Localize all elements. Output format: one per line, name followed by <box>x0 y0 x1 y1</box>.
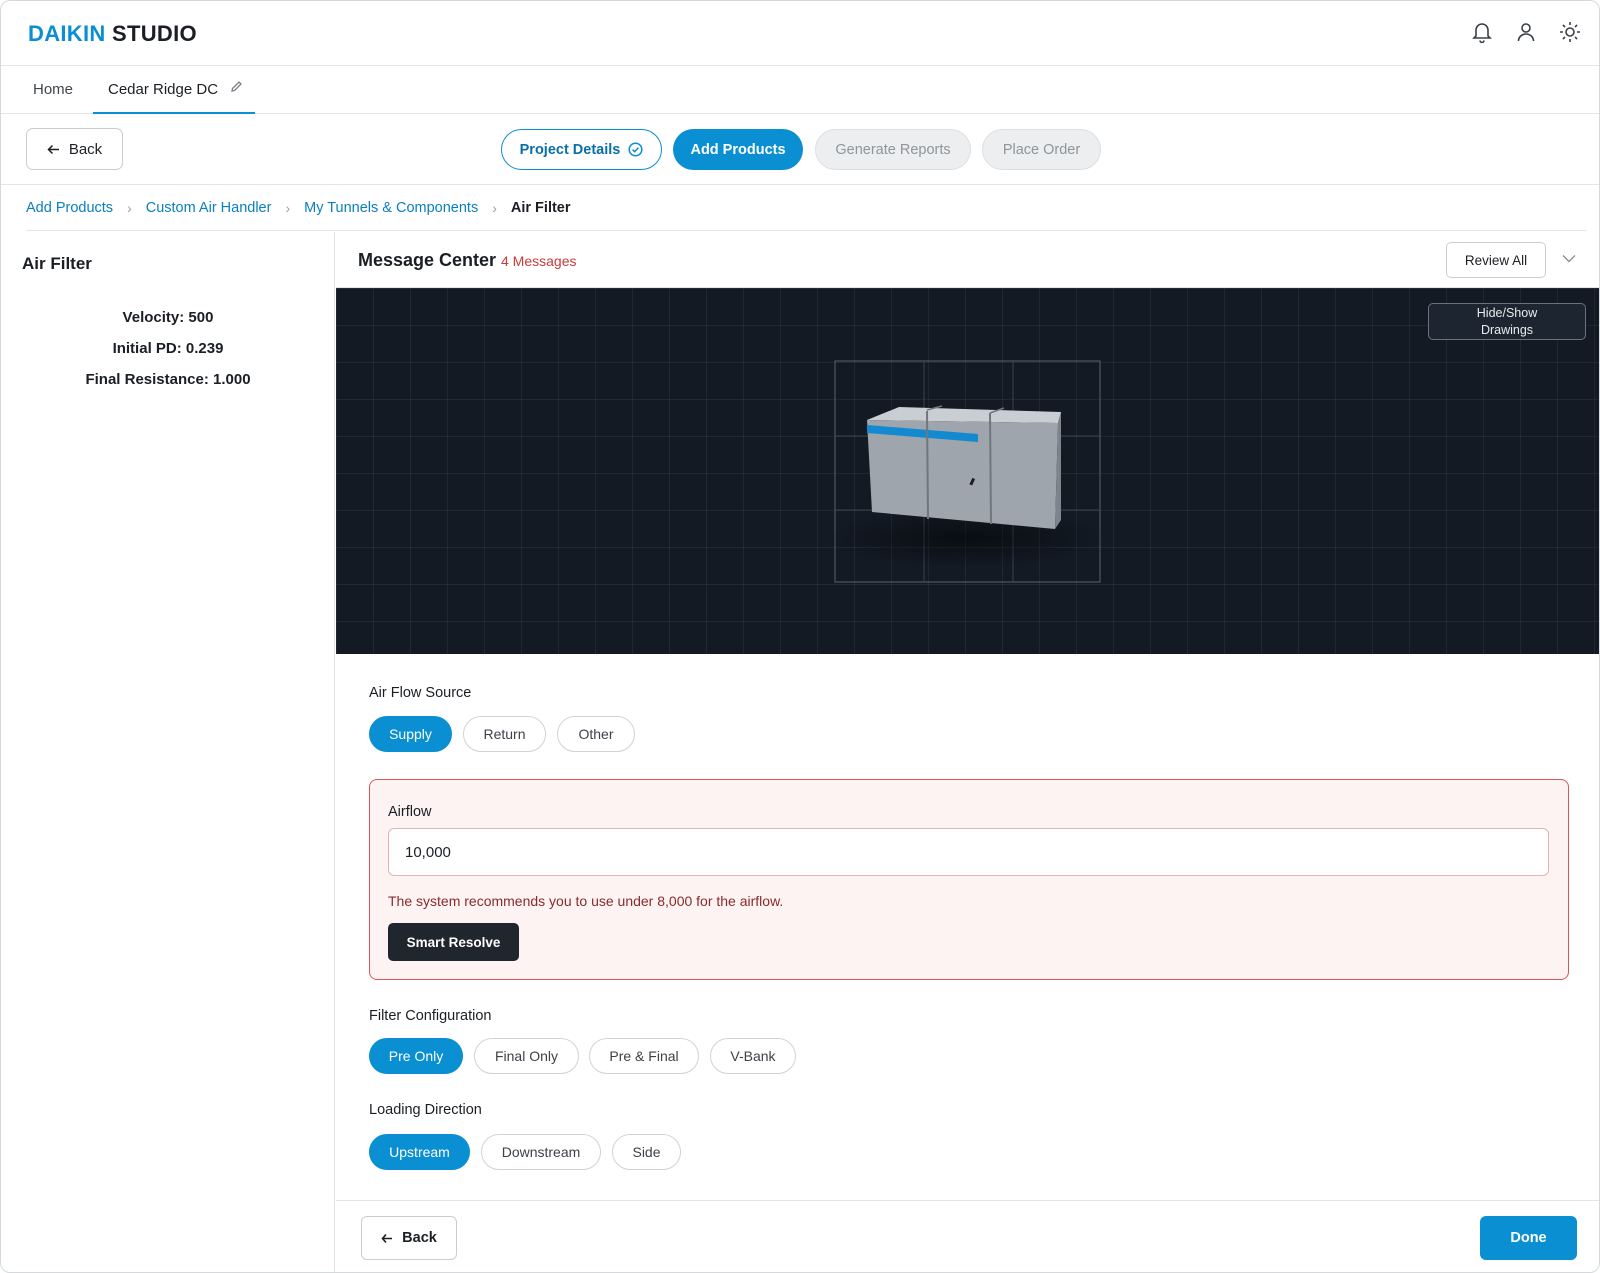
option-supply[interactable]: Supply <box>369 716 452 752</box>
step-generate-reports: Generate Reports <box>815 129 971 170</box>
option-other[interactable]: Other <box>557 716 635 752</box>
footer-bar: Back Done <box>336 1200 1599 1272</box>
app-window: DAIKIN STUDIO Home Cedar Ridge DC Back P… <box>0 0 1600 1273</box>
option-upstream[interactable]: Upstream <box>369 1134 470 1170</box>
step-add-products[interactable]: Add Products <box>673 129 803 170</box>
review-all-button[interactable]: Review All <box>1446 242 1546 278</box>
breadcrumb-air-filter: Air Filter <box>510 199 571 216</box>
back-button-top[interactable]: Back <box>26 128 123 170</box>
breadcrumb-my-tunnels[interactable]: My Tunnels & Components <box>304 200 478 216</box>
arrow-left-icon <box>47 144 59 154</box>
step-label: Project Details <box>519 141 621 158</box>
hide-show-drawings-button[interactable]: Hide/Show Drawings <box>1428 303 1586 340</box>
top-bar: DAIKIN STUDIO <box>1 1 1599 66</box>
bell-icon[interactable] <box>1471 21 1493 43</box>
configuration-form: Air Flow Source Supply Return Other Airf… <box>336 654 1599 1200</box>
airflow-label: Airflow <box>388 804 432 820</box>
step-place-order: Place Order <box>982 129 1101 170</box>
breadcrumb-custom-air-handler[interactable]: Custom Air Handler <box>146 200 272 216</box>
option-return[interactable]: Return <box>463 716 546 752</box>
airflow-input[interactable] <box>388 828 1549 876</box>
pencil-icon[interactable] <box>230 65 243 113</box>
option-v-bank[interactable]: V-Bank <box>710 1038 796 1074</box>
stat-velocity: Velocity: 500 <box>122 309 214 326</box>
option-pre-and-final[interactable]: Pre & Final <box>589 1038 699 1074</box>
arrow-left-icon <box>381 1233 393 1243</box>
tab-project[interactable]: Cedar Ridge DC <box>93 66 255 114</box>
option-final-only[interactable]: Final Only <box>474 1038 579 1074</box>
check-circle-icon <box>628 142 643 157</box>
back-button-bottom-label: Back <box>402 1230 437 1246</box>
message-center-title: Message Center <box>358 250 497 270</box>
back-button-bottom[interactable]: Back <box>361 1216 457 1260</box>
header-actions <box>1471 21 1581 43</box>
airflow-error-message: The system recommends you to use under 8… <box>388 893 784 909</box>
drawing-viewport[interactable]: Hide/Show Drawings <box>336 288 1599 654</box>
option-pre-only[interactable]: Pre Only <box>369 1038 463 1074</box>
hide-show-line2: Drawings <box>1480 323 1534 337</box>
breadcrumb-add-products[interactable]: Add Products <box>26 200 113 216</box>
back-button-label: Back <box>68 140 103 158</box>
panel-title: Air Filter <box>22 254 92 273</box>
brand-logo[interactable]: DAIKIN STUDIO <box>28 21 197 47</box>
component-summary-panel: Air Filter Velocity: 500 Initial PD: 0.2… <box>1 232 335 1272</box>
option-side[interactable]: Side <box>612 1134 681 1170</box>
chevron-right-icon: › <box>285 199 291 216</box>
tab-bar: Home Cedar Ridge DC <box>1 66 1599 114</box>
airflow-error-box: Airflow The system recommends you to use… <box>369 779 1569 980</box>
tab-project-label: Cedar Ridge DC <box>108 81 219 98</box>
sun-icon[interactable] <box>1559 21 1581 43</box>
option-downstream[interactable]: Downstream <box>481 1134 601 1170</box>
step-row: Back Project Details Add Products Genera… <box>1 114 1599 185</box>
loading-direction-label: Loading Direction <box>369 1102 482 1118</box>
filter-configuration-label: Filter Configuration <box>369 1008 492 1024</box>
chevron-right-icon: › <box>127 199 132 216</box>
chevron-right-icon: › <box>492 199 497 216</box>
done-button[interactable]: Done <box>1480 1216 1577 1260</box>
user-icon[interactable] <box>1515 21 1537 43</box>
step-project-details[interactable]: Project Details <box>501 129 662 170</box>
message-count[interactable]: 4 Messages <box>501 253 576 269</box>
air-flow-source-label: Air Flow Source <box>369 685 472 701</box>
stat-initial-pd: Initial PD: 0.239 <box>112 340 224 357</box>
tab-home[interactable]: Home <box>33 66 73 114</box>
smart-resolve-button[interactable]: Smart Resolve <box>388 923 519 961</box>
chevron-down-icon[interactable] <box>1562 250 1576 268</box>
stats-list: Velocity: 500 Initial PD: 0.239 Final Re… <box>1 302 335 395</box>
message-center: Message Center 4 Messages Review All <box>336 232 1599 288</box>
hide-show-line1: Hide/Show <box>1476 306 1538 320</box>
air-handler-3d-model <box>826 360 1106 583</box>
breadcrumb: Add Products › Custom Air Handler › My T… <box>26 185 1586 231</box>
stat-final-resistance: Final Resistance: 1.000 <box>85 371 251 388</box>
